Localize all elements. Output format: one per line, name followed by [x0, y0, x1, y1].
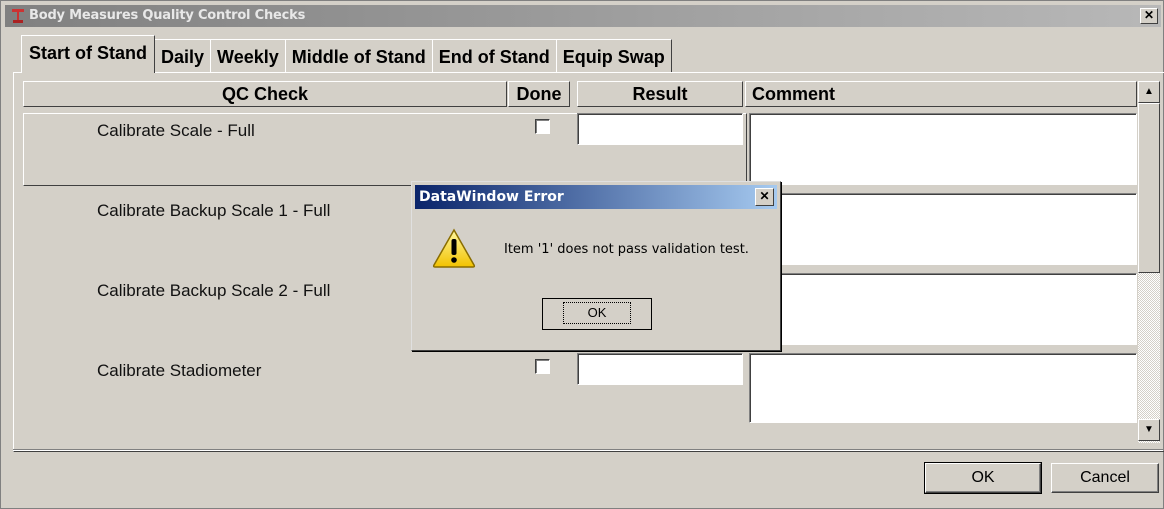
tab-middle-of-stand[interactable]: Middle of Stand: [284, 39, 433, 73]
comment-input[interactable]: [749, 273, 1137, 345]
vertical-scrollbar[interactable]: ▲ ▼: [1138, 81, 1160, 443]
qc-window: Body Measures Quality Control Checks ✕ S…: [0, 0, 1164, 509]
warning-icon: [432, 228, 476, 268]
footer-divider: [13, 449, 1163, 451]
grid-header: QC Check Done Result Comment: [1, 81, 1164, 109]
error-dialog: DataWindow Error ✕ Item '1' does not pas…: [411, 181, 781, 351]
ok-button[interactable]: OK: [924, 462, 1042, 494]
cancel-button[interactable]: Cancel: [1051, 463, 1159, 493]
window-title: Body Measures Quality Control Checks: [29, 8, 306, 23]
done-checkbox[interactable]: [535, 359, 550, 374]
result-input[interactable]: [577, 113, 743, 145]
comment-input[interactable]: [749, 193, 1137, 265]
comment-input[interactable]: [749, 113, 1137, 185]
comment-input[interactable]: [749, 353, 1137, 423]
table-row[interactable]: Calibrate Scale - Full: [23, 113, 1137, 187]
tab-daily[interactable]: Daily: [154, 39, 212, 73]
scroll-thumb[interactable]: [1138, 103, 1160, 273]
header-done[interactable]: Done: [508, 81, 570, 107]
window-titlebar[interactable]: Body Measures Quality Control Checks ✕: [5, 5, 1161, 27]
scroll-down-icon[interactable]: ▼: [1138, 419, 1160, 441]
tab-equip-swap[interactable]: Equip Swap: [555, 39, 672, 73]
window-close-button[interactable]: ✕: [1140, 8, 1158, 24]
qc-check-label: Calibrate Backup Scale 1 - Full: [97, 201, 331, 220]
tab-start-of-stand[interactable]: Start of Stand: [21, 35, 156, 73]
header-comment[interactable]: Comment: [745, 81, 1137, 107]
dialog-close-button[interactable]: ✕: [755, 188, 774, 206]
tab-end-of-stand[interactable]: End of Stand: [431, 39, 557, 73]
scroll-up-icon[interactable]: ▲: [1138, 81, 1160, 103]
dialog-ok-button[interactable]: OK: [542, 298, 652, 330]
dialog-ok-label: OK: [562, 302, 632, 324]
app-icon: [12, 9, 24, 23]
header-qc-check[interactable]: QC Check: [23, 81, 507, 107]
result-input[interactable]: [577, 353, 743, 385]
dialog-message: Item '1' does not pass validation test.: [504, 242, 749, 257]
qc-check-label: Calibrate Backup Scale 2 - Full: [97, 281, 331, 300]
done-checkbox[interactable]: [535, 119, 550, 134]
tab-strip: Start of Stand Daily Weekly Middle of St…: [21, 35, 672, 73]
header-result[interactable]: Result: [577, 81, 743, 107]
table-row[interactable]: Calibrate Stadiometer: [23, 353, 1137, 427]
qc-check-label: Calibrate Scale - Full: [97, 121, 255, 140]
dialog-titlebar[interactable]: DataWindow Error ✕: [415, 185, 777, 209]
qc-check-label: Calibrate Stadiometer: [97, 361, 262, 380]
tab-weekly[interactable]: Weekly: [210, 39, 286, 73]
dialog-title: DataWindow Error: [419, 189, 564, 205]
